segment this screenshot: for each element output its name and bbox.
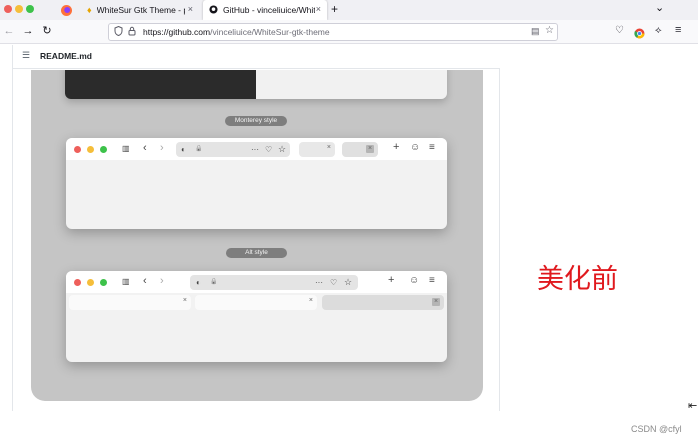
window-minimize-button[interactable] [15, 5, 23, 13]
app-menu-icon[interactable]: ≡ [675, 24, 681, 36]
minimize-dot [87, 146, 94, 153]
new-tab-button[interactable]: + [331, 2, 338, 16]
alt-style-label: Alt style [226, 248, 287, 258]
sidebar-icon: ▥ [122, 277, 130, 286]
window-close-button[interactable] [4, 5, 12, 13]
bookmark-star-icon[interactable]: ☆ [545, 25, 554, 36]
minimize-dot [87, 279, 94, 286]
window-header: ▥ ‹ › ◐ 🔒 ··· ♡ ☆ × × + ☺ ≡ [66, 138, 447, 160]
tracking-shield-icon[interactable] [114, 25, 123, 38]
plus-icon: + [388, 274, 395, 286]
tab-github-whitesur[interactable]: GitHub - vinceliuice/Whit × [203, 0, 327, 20]
resize-cursor-icon: ⇤ [688, 400, 698, 412]
monterey-window-preview: ▥ ‹ › ◐ 🔒 ··· ♡ ☆ × × + ☺ ≡ [66, 138, 447, 229]
tab-close-icon: × [308, 297, 313, 304]
shield-icon: ◐ [196, 278, 201, 287]
close-dot [74, 146, 81, 153]
forward-icon: › [160, 142, 164, 154]
lock-icon[interactable] [128, 26, 136, 38]
watermark: CSDN @cfyl [631, 424, 682, 434]
tab-close-icon: × [182, 297, 187, 304]
url-bar[interactable]: https://github.com/vinceliuice/WhiteSur-… [108, 23, 558, 41]
close-tab-icon[interactable]: × [316, 4, 321, 14]
tab-close-icon: × [366, 145, 374, 153]
plus-icon: + [393, 141, 400, 153]
more-icon: ··· [315, 278, 323, 287]
tab-title: GitHub - vinceliuice/Whit [223, 5, 315, 15]
dark-panel [65, 70, 256, 99]
pocket-icon[interactable]: ♡ [615, 25, 624, 36]
lock-icon: 🔒 [195, 146, 203, 152]
window-maximize-button[interactable] [26, 5, 34, 13]
reader-view-icon[interactable]: ▤ [531, 26, 540, 37]
star-icon: ☆ [278, 144, 287, 154]
lock-icon: 🔒 [210, 279, 218, 285]
dark-light-window-preview [65, 70, 447, 99]
sidebar-icon: ▥ [122, 144, 130, 153]
tab-whitesur-pling[interactable]: ♦ WhiteSur Gtk Theme - pli × [81, 0, 199, 20]
back-button[interactable]: ← [2, 25, 16, 37]
alt-window-preview: ▥ ‹ › ◐ 🔒 ··· ♡ ☆ + ☺ ≡ × × × [66, 271, 447, 362]
tab-preview: × [69, 295, 191, 310]
account-icon: ☺ [409, 275, 420, 286]
pling-favicon: ♦ [87, 5, 92, 15]
forward-icon: › [160, 275, 164, 287]
close-dot [74, 279, 81, 286]
theme-preview-image: Monterey style ▥ ‹ › ◐ 🔒 ··· ♡ ☆ × × + ☺… [31, 70, 483, 401]
tab-preview-active: × [342, 142, 378, 157]
pocket-icon: ♡ [330, 278, 338, 287]
monterey-style-label: Monterey style [225, 116, 287, 126]
url-field-preview: ◐ 🔒 ··· ♡ ☆ [190, 275, 358, 290]
more-icon: ··· [251, 145, 259, 154]
url-text: https://github.com/vinceliuice/WhiteSur-… [143, 27, 330, 37]
star-icon: ☆ [344, 277, 353, 287]
list-all-tabs-icon[interactable]: ⌄ [655, 1, 664, 14]
readme-filename: README.md [40, 51, 92, 61]
extension-icon[interactable]: ⟡ [655, 25, 662, 36]
back-icon: ‹ [143, 275, 147, 287]
tab-preview: × [195, 295, 317, 310]
url-host: https://github.com [143, 27, 211, 37]
maximize-dot [100, 146, 107, 153]
pocket-icon: ♡ [265, 145, 273, 154]
shield-icon: ◐ [181, 145, 186, 154]
tab-bar: ♦ WhiteSur Gtk Theme - pli × GitHub - vi… [0, 0, 698, 20]
close-tab-icon[interactable]: × [188, 4, 193, 14]
window-header: ▥ ‹ › ◐ 🔒 ··· ♡ ☆ + ☺ ≡ [66, 271, 447, 293]
url-path: /vinceliuice/WhiteSur-gtk-theme [210, 27, 330, 37]
tab-strip-preview: × × × [66, 293, 447, 313]
tab-preview-active: × [322, 295, 444, 310]
menu-icon: ≡ [429, 142, 435, 153]
url-field-preview: ◐ 🔒 ··· ♡ ☆ [176, 142, 290, 157]
light-panel [256, 70, 447, 99]
readme-header: ☰ README.md [13, 45, 500, 69]
maximize-dot [100, 279, 107, 286]
tab-close-icon: × [326, 144, 331, 151]
tab-title: WhiteSur Gtk Theme - pli [96, 5, 185, 15]
firefox-view-icon[interactable] [60, 4, 73, 17]
tab-close-icon: × [432, 298, 440, 306]
account-icon: ☺ [410, 142, 421, 153]
back-icon: ‹ [143, 142, 147, 154]
outline-list-icon[interactable]: ☰ [22, 50, 30, 61]
menu-icon: ≡ [429, 275, 435, 286]
tab-preview: × [299, 142, 335, 157]
reload-button[interactable]: ↻ [40, 24, 54, 37]
page-content: ☰ README.md Monterey style ▥ ‹ › ◐ 🔒 ···… [0, 45, 698, 444]
forward-button[interactable]: → [21, 25, 35, 37]
chrome-extension-icon[interactable] [634, 26, 645, 39]
github-icon [209, 4, 218, 16]
annotation-text: 美化前 [537, 264, 618, 295]
